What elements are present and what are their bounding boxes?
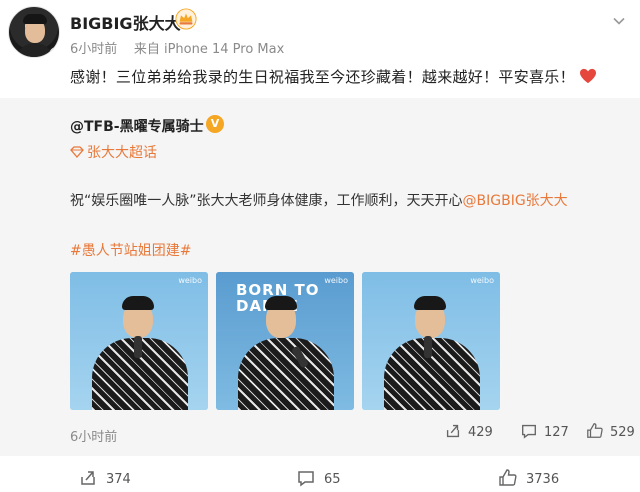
thumbs-up-icon xyxy=(587,423,603,438)
chevron-down-icon[interactable] xyxy=(612,14,626,28)
action-bar: 374 65 3736 xyxy=(0,456,640,492)
diamond-icon xyxy=(70,146,84,158)
verified-badge-icon xyxy=(49,47,59,57)
post-source: 来自 iPhone 14 Pro Max xyxy=(133,42,285,57)
repost-text: 祝“娱乐圈唯一人脉”张大大老师身体健康，工作顺利，天天开心@BIGBIG张大大 xyxy=(70,190,568,210)
avatar[interactable] xyxy=(8,6,60,58)
repost-comment-count[interactable]: 127 xyxy=(520,422,569,440)
photo-watermark: weibo xyxy=(470,276,494,285)
thumbs-up-icon xyxy=(499,469,517,486)
share-icon xyxy=(446,424,460,438)
photo-watermark: weibo xyxy=(324,276,348,285)
photo-2[interactable]: BORN TO DANCE weibo xyxy=(216,272,354,410)
red-heart-emoji-icon xyxy=(579,68,596,84)
post-time: 6小时前 xyxy=(70,42,118,57)
post-text-content: 感谢！三位弟弟给我录的生日祝福我至今还珍藏着！越来越好！平安喜乐！ xyxy=(70,68,575,86)
repost-text-content: 祝“娱乐圈唯一人脉”张大大老师身体健康，工作顺利，天天开心 xyxy=(70,193,463,209)
repost-repost-count[interactable]: 429 xyxy=(444,422,493,440)
repost-card[interactable]: @TFB-黑曜专属骑士 V 张大大超话 祝“娱乐圈唯一人脉”张大大老师身体健康，… xyxy=(0,106,640,456)
photo-grid: weibo BORN TO DANCE weibo weibo xyxy=(70,272,500,410)
comment-button[interactable]: 65 xyxy=(296,468,341,488)
supertopic-link[interactable]: 张大大超话 xyxy=(70,142,157,162)
photo-1[interactable]: weibo xyxy=(70,272,208,410)
comment-icon xyxy=(522,424,536,439)
username[interactable]: BIGBIG张大大 xyxy=(70,10,181,34)
supertopic-label: 张大大超话 xyxy=(87,145,157,161)
post-text: 感谢！三位弟弟给我录的生日祝福我至今还珍藏着！越来越好！平安喜乐！ xyxy=(70,66,597,87)
share-button[interactable]: 374 xyxy=(78,468,131,488)
repost-like-count[interactable]: 529 xyxy=(586,422,635,440)
divider xyxy=(0,98,640,106)
comment-icon xyxy=(298,471,314,487)
repost-time: 6小时前 xyxy=(70,430,118,445)
photo-watermark: weibo xyxy=(178,276,202,285)
photo-3[interactable]: weibo xyxy=(362,272,500,410)
post-header: BIGBIG张大大 6小时前 来自 iPhone 14 Pro Max xyxy=(0,0,640,60)
repost-username[interactable]: @TFB-黑曜专属骑士 xyxy=(70,116,204,136)
share-icon xyxy=(81,471,95,485)
mention-link[interactable]: @BIGBIG张大大 xyxy=(463,193,568,209)
like-button[interactable]: 3736 xyxy=(498,468,559,488)
crown-icon xyxy=(175,8,197,30)
hashtag-link[interactable]: #愚人节站姐团建# xyxy=(70,240,191,260)
verified-badge-icon: V xyxy=(206,115,224,133)
post-meta: 6小时前 来自 iPhone 14 Pro Max xyxy=(70,38,284,57)
